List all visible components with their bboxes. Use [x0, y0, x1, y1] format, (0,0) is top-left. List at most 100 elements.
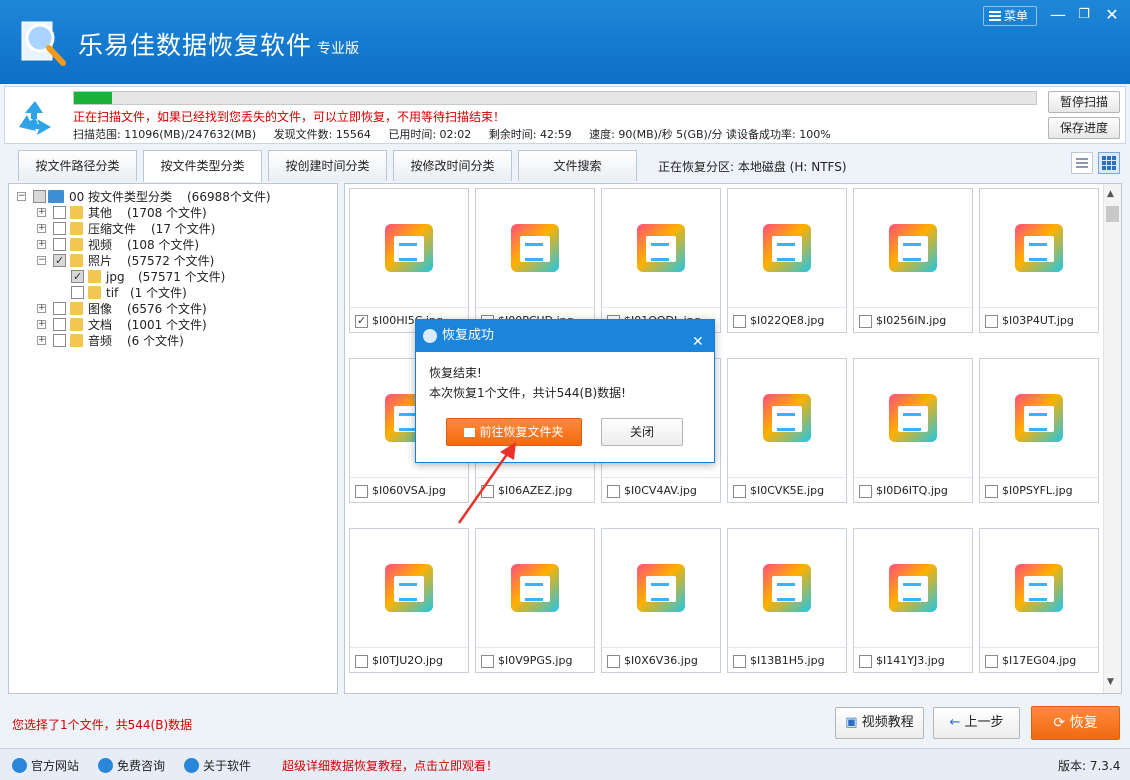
thumbnail-preview[interactable] [980, 189, 1098, 307]
expand-icon[interactable]: + [37, 208, 46, 217]
file-checkbox[interactable] [733, 655, 746, 668]
tree-root[interactable]: − 00 按文件类型分类 (66988个文件) [17, 189, 337, 205]
file-checkbox[interactable] [859, 485, 872, 498]
thumbnail-preview[interactable] [476, 189, 594, 307]
menu-button[interactable]: 菜单 [983, 6, 1037, 26]
collapse-icon[interactable]: − [37, 256, 46, 265]
thumbnail-preview[interactable] [728, 529, 846, 647]
tree-item-image[interactable]: + 图像 (6576 个文件) [37, 301, 337, 317]
tree-checkbox[interactable] [53, 238, 66, 251]
tree-item-photo[interactable]: − 照片 (57572 个文件) [37, 253, 337, 269]
file-thumbnail[interactable]: $I17EG04.jpg [979, 528, 1099, 673]
list-view-icon[interactable] [1071, 152, 1093, 174]
file-thumbnail[interactable]: $I0V9PGS.jpg [475, 528, 595, 673]
tree-checkbox[interactable] [53, 334, 66, 347]
thumbnail-preview[interactable] [854, 529, 972, 647]
close-icon[interactable]: ✕ [1102, 6, 1122, 26]
tree-checkbox[interactable] [53, 206, 66, 219]
thumbnail-preview[interactable] [350, 189, 468, 307]
file-thumbnail[interactable]: $I141YJ3.jpg [853, 528, 973, 673]
save-progress-button[interactable]: 保存进度 [1048, 117, 1120, 139]
restore-icon[interactable]: ❐ [1074, 6, 1094, 26]
dialog-close-button[interactable]: 关闭 [601, 418, 683, 446]
dialog-close-icon[interactable]: ✕ [692, 326, 704, 358]
about-software-link[interactable]: 关于软件 [184, 757, 251, 774]
file-checkbox[interactable] [607, 485, 620, 498]
file-checkbox[interactable] [985, 315, 998, 328]
previous-step-button[interactable]: ← 上一步 [933, 707, 1020, 739]
grid-view-icon[interactable] [1098, 152, 1120, 174]
tutorial-promo-link[interactable]: 超级详细数据恢复教程，点击立即观看！ [282, 757, 498, 774]
file-thumbnail[interactable]: $I00PCUD.jpg [475, 188, 595, 333]
collapse-icon[interactable]: − [17, 192, 26, 201]
file-checkbox[interactable] [859, 315, 872, 328]
file-checkbox[interactable] [355, 485, 368, 498]
expand-icon[interactable]: + [37, 240, 46, 249]
video-tutorial-button[interactable]: ▣ 视频教程 [835, 707, 924, 739]
tree-checkbox[interactable] [53, 302, 66, 315]
tree-item-archive[interactable]: + 压缩文件 (17 个文件) [37, 221, 337, 237]
expand-icon[interactable]: + [37, 320, 46, 329]
file-thumbnail[interactable]: $I0PSYFL.jpg [979, 358, 1099, 503]
tree-checkbox[interactable] [53, 318, 66, 331]
file-thumbnail[interactable]: $I022QE8.jpg [727, 188, 847, 333]
thumbnail-preview[interactable] [728, 189, 846, 307]
tree-item-jpg[interactable]: jpg (57571 个文件) [69, 269, 337, 285]
file-thumbnail[interactable]: $I00HI5C.jpg [349, 188, 469, 333]
thumbnail-preview[interactable] [854, 189, 972, 307]
tree-item-other[interactable]: + 其他 (1708 个文件) [37, 205, 337, 221]
file-thumbnail[interactable]: $I0CVK5E.jpg [727, 358, 847, 503]
file-thumbnail[interactable]: $I0X6V36.jpg [601, 528, 721, 673]
file-thumbnail[interactable]: $I13B1H5.jpg [727, 528, 847, 673]
tab-by-type[interactable]: 按文件类型分类 [143, 150, 262, 182]
tree-item-audio[interactable]: + 音频 (6 个文件) [37, 333, 337, 349]
file-thumbnail[interactable]: $I01OODL.jpg [601, 188, 721, 333]
file-checkbox[interactable] [985, 485, 998, 498]
file-checkbox[interactable] [607, 655, 620, 668]
thumbnail-preview[interactable] [728, 359, 846, 477]
thumbnail-preview[interactable] [980, 529, 1098, 647]
thumbnail-preview[interactable] [854, 359, 972, 477]
free-consult-link[interactable]: 免费咨询 [98, 757, 165, 774]
thumbnail-preview[interactable] [476, 529, 594, 647]
tree-checkbox[interactable] [53, 222, 66, 235]
expand-icon[interactable]: + [37, 336, 46, 345]
expand-icon[interactable]: + [37, 304, 46, 313]
file-checkbox[interactable] [733, 315, 746, 328]
thumbnail-preview[interactable] [980, 359, 1098, 477]
tree-item-document[interactable]: + 文档 (1001 个文件) [37, 317, 337, 333]
thumbnail-preview[interactable] [602, 189, 720, 307]
thumbnail-preview[interactable] [602, 529, 720, 647]
scan-panel: 正在扫描文件，如果已经找到您丢失的文件，可以立即恢复，不用等待扫描结束！ 扫描范… [4, 86, 1126, 144]
file-thumbnail[interactable]: $I0TJU2O.jpg [349, 528, 469, 673]
minimize-icon[interactable]: — [1048, 6, 1068, 26]
tab-by-path[interactable]: 按文件路径分类 [18, 150, 137, 181]
recover-button[interactable]: ⟳ 恢复 [1031, 706, 1120, 740]
scroll-down-icon[interactable]: ▼ [1107, 677, 1114, 687]
file-checkbox[interactable] [985, 655, 998, 668]
tree-item-video[interactable]: + 视频 (108 个文件) [37, 237, 337, 253]
file-checkbox[interactable] [859, 655, 872, 668]
vertical-scrollbar[interactable]: ▲ ▼ [1103, 184, 1121, 693]
tab-by-modified[interactable]: 按修改时间分类 [393, 150, 512, 181]
tree-checkbox[interactable] [71, 286, 84, 299]
file-checkbox[interactable] [355, 314, 368, 328]
file-thumbnail[interactable]: $I0256IN.jpg [853, 188, 973, 333]
tab-by-created[interactable]: 按创建时间分类 [268, 150, 387, 181]
file-thumbnail[interactable]: $I03P4UT.jpg [979, 188, 1099, 333]
file-checkbox[interactable] [355, 655, 368, 668]
pause-scan-button[interactable]: 暂停扫描 [1048, 91, 1120, 113]
official-site-link[interactable]: 官方网站 [12, 757, 79, 774]
tree-item-tif[interactable]: tif (1 个文件) [69, 285, 337, 301]
tab-file-search[interactable]: 文件搜索 [518, 150, 637, 181]
scroll-up-icon[interactable]: ▲ [1107, 189, 1114, 199]
tree-checkbox[interactable] [53, 253, 66, 269]
file-thumbnail[interactable]: $I0D6ITQ.jpg [853, 358, 973, 503]
file-checkbox[interactable] [481, 655, 494, 668]
file-checkbox[interactable] [733, 485, 746, 498]
tree-checkbox[interactable] [71, 269, 84, 285]
expand-icon[interactable]: + [37, 224, 46, 233]
scroll-thumb[interactable] [1106, 206, 1119, 222]
thumbnail-preview[interactable] [350, 529, 468, 647]
tree-checkbox[interactable] [33, 190, 46, 203]
